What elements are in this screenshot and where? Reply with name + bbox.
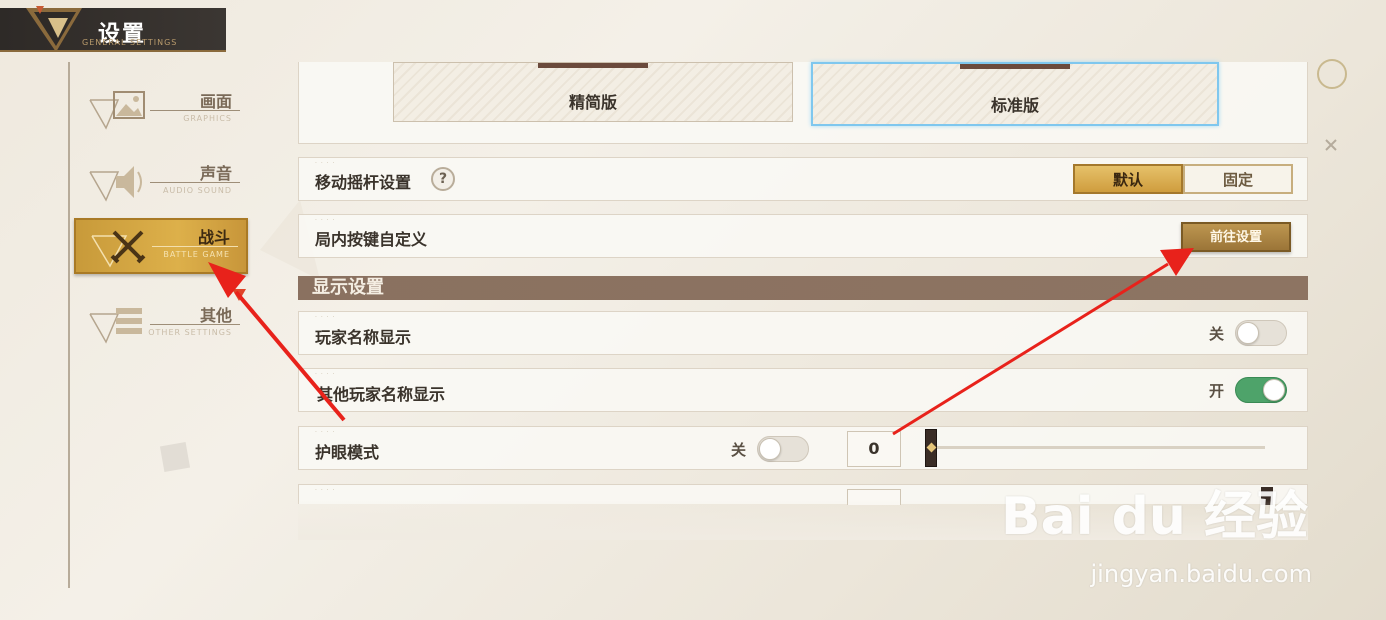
sidebar-item-label: 画面 bbox=[199, 92, 232, 111]
goto-settings-button[interactable]: 前往设置 bbox=[1181, 222, 1291, 252]
sidebar-item-other[interactable]: 其他 OTHER SETTINGS bbox=[74, 298, 248, 354]
other-player-name-row: · · · · 其他玩家名称显示 开 bbox=[298, 368, 1308, 412]
joystick-setting-row: · · · · 移动摇杆设置 ? 默认 固定 bbox=[298, 157, 1308, 201]
battle-swords-icon bbox=[91, 230, 146, 268]
sidebar-item-underline bbox=[152, 246, 238, 247]
preset-label: 标准版 bbox=[990, 96, 1039, 115]
toggle-knob bbox=[1237, 322, 1259, 344]
eye-care-row: · · · · 护眼模式 关 0 bbox=[298, 426, 1308, 470]
joystick-default-option[interactable]: 默认 bbox=[1073, 164, 1183, 194]
sidebar-item-audio[interactable]: 声音 AUDIO SOUND bbox=[74, 156, 248, 212]
row-watermark-text: · · · · bbox=[315, 371, 336, 378]
preset-standard[interactable]: 标准版 bbox=[811, 62, 1219, 126]
settings-logo-icon bbox=[26, 6, 82, 52]
sidebar-item-sublabel: BATTLE GAME bbox=[163, 250, 230, 259]
preset-indicator bbox=[538, 63, 648, 68]
eye-care-toggle[interactable] bbox=[757, 436, 809, 462]
help-icon[interactable]: ? bbox=[431, 167, 455, 191]
sound-icon bbox=[89, 166, 142, 202]
sidebar-item-label: 其他 bbox=[199, 306, 232, 325]
layout-preset-row: 精简版 标准版 bbox=[298, 62, 1308, 144]
player-name-row: · · · · 玩家名称显示 关 bbox=[298, 311, 1308, 355]
player-name-label: 玩家名称显示 bbox=[315, 328, 412, 347]
sidebar-item-sublabel: GRAPHICS bbox=[183, 114, 232, 123]
toggle-knob bbox=[759, 438, 781, 460]
other-player-name-label: 其他玩家名称显示 bbox=[317, 385, 446, 404]
preset-indicator bbox=[960, 64, 1070, 69]
sidebar-divider bbox=[68, 62, 70, 588]
row-watermark-text: · · · · bbox=[315, 314, 336, 321]
custom-keys-row: · · · · 局内按键自定义 前往设置 bbox=[298, 214, 1308, 258]
custom-keys-label: 局内按键自定义 bbox=[315, 230, 428, 249]
notification-badge-icon bbox=[232, 289, 246, 301]
toggle-state-label: 关 bbox=[731, 441, 747, 459]
row-watermark-text: · · · · bbox=[315, 160, 336, 167]
sidebar-item-sublabel: OTHER SETTINGS bbox=[148, 328, 232, 337]
other-player-name-toggle[interactable] bbox=[1235, 377, 1287, 403]
baidu-watermark-url: jingyan.baidu.com bbox=[1090, 560, 1312, 588]
sidebar-item-label: 声音 bbox=[199, 164, 232, 183]
joystick-fixed-option[interactable]: 固定 bbox=[1183, 164, 1293, 194]
settings-header: 设置 GENERAL SETTINGS bbox=[0, 6, 226, 52]
page-subtitle: GENERAL SETTINGS bbox=[82, 38, 178, 47]
eye-care-slider-handle[interactable] bbox=[925, 429, 937, 467]
baidu-watermark: Bai du 经验 bbox=[1001, 487, 1308, 547]
sidebar-item-underline bbox=[150, 110, 240, 111]
sidebar-item-battle[interactable]: 战斗 BATTLE GAME bbox=[74, 218, 248, 274]
row-watermark-text: · · · · bbox=[315, 487, 336, 494]
toggle-knob bbox=[1263, 379, 1285, 401]
player-name-toggle[interactable] bbox=[1235, 320, 1287, 346]
preset-simple[interactable]: 精简版 bbox=[393, 62, 793, 122]
sidebar-item-sublabel: AUDIO SOUND bbox=[162, 186, 232, 195]
preset-label: 精简版 bbox=[568, 93, 617, 112]
sidebar-item-underline bbox=[150, 324, 240, 325]
list-icon bbox=[89, 308, 142, 344]
eye-care-label: 护眼模式 bbox=[315, 443, 380, 462]
sidebar-item-graphics[interactable]: 画面 GRAPHICS bbox=[74, 84, 248, 140]
sidebar-item-underline bbox=[150, 182, 240, 183]
slider-handle-dot bbox=[926, 442, 937, 453]
toggle-state-label: 开 bbox=[1209, 382, 1225, 400]
image-icon bbox=[89, 91, 145, 130]
joystick-label: 移动摇杆设置 bbox=[315, 173, 412, 192]
row-watermark-text: · · · · bbox=[315, 429, 336, 436]
display-settings-header: 显示设置 bbox=[298, 276, 1308, 300]
toggle-state-label: 关 bbox=[1209, 325, 1225, 343]
row-watermark-text: · · · · bbox=[315, 217, 336, 224]
eye-care-value-field[interactable]: 0 bbox=[847, 431, 901, 467]
eye-care-slider-track[interactable] bbox=[929, 446, 1265, 449]
sidebar-item-label: 战斗 bbox=[197, 228, 230, 247]
